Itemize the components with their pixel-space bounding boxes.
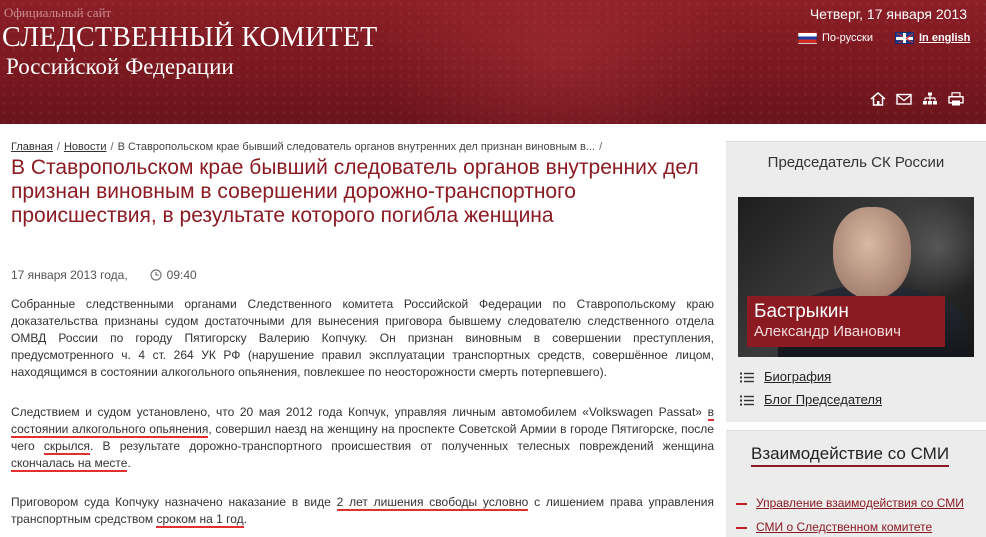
site-kind-label: Официальный сайт bbox=[4, 5, 112, 20]
home-icon[interactable] bbox=[870, 92, 886, 106]
article-paragraph-2: Следствием и судом установлено, что 20 м… bbox=[11, 404, 714, 472]
chairman-blog-link[interactable]: Блог Председателя bbox=[740, 391, 882, 407]
chairman-blog-link-label: Блог Председателя bbox=[764, 391, 883, 407]
uk-flag-icon bbox=[895, 32, 914, 44]
text-segment: Приговором суда Копчуку назначено наказа… bbox=[11, 495, 331, 509]
text-segment: Следствием и судом установлено, что 20 м… bbox=[11, 405, 702, 419]
breadcrumb-separator: / bbox=[56, 141, 60, 153]
media-dept-link-label: Управление взаимодействия со СМИ bbox=[756, 496, 964, 510]
media-heading[interactable]: Взаимодействие со СМИ bbox=[751, 444, 950, 467]
lang-ru-label: По-русски bbox=[822, 32, 874, 44]
russia-flag-icon bbox=[798, 32, 817, 44]
portrait-face bbox=[833, 207, 911, 299]
text-segment: . bbox=[243, 512, 247, 526]
header-date: Четверг, 17 января 2013 bbox=[809, 6, 967, 22]
lang-en-label: In english bbox=[919, 32, 971, 44]
header-toolbar bbox=[870, 92, 964, 106]
mail-icon[interactable] bbox=[896, 92, 912, 106]
media-dept-link[interactable]: Управление взаимодействия со СМИ bbox=[736, 496, 964, 510]
chairman-heading: Председатель СК России bbox=[767, 154, 945, 171]
print-icon[interactable] bbox=[948, 92, 964, 106]
site-header: Официальный сайт СЛЕДСТВЕННЫЙ КОМИТЕТ Ро… bbox=[0, 0, 986, 124]
text-segment: . bbox=[127, 456, 131, 470]
clock-icon bbox=[150, 269, 162, 281]
dash-bullet-icon bbox=[736, 526, 747, 529]
sitemap-icon[interactable] bbox=[922, 92, 938, 106]
article-paragraph-1: Собранные следственными органами Следств… bbox=[11, 297, 714, 379]
biography-link-label: Биография bbox=[764, 368, 832, 384]
breadcrumb-news-link[interactable]: Новости bbox=[64, 141, 107, 153]
chairman-last-name: Бастрыкин bbox=[754, 301, 849, 322]
lang-switch-russian[interactable]: По-русски bbox=[798, 32, 873, 44]
article-title: В Ставропольском крае бывший следователь… bbox=[11, 156, 699, 227]
site-title[interactable]: СЛЕДСТВЕННЫЙ КОМИТЕТ bbox=[2, 22, 377, 54]
article-date: 17 января 2013 года, bbox=[11, 268, 128, 282]
chairman-first-name: Александр Иванович bbox=[754, 323, 901, 340]
chairman-name-plate[interactable]: Бастрыкин Александр Иванович bbox=[747, 296, 945, 347]
list-icon bbox=[740, 371, 754, 382]
article-paragraph-3: Приговором суда Копчуку назначено наказа… bbox=[11, 494, 714, 528]
breadcrumb-separator: / bbox=[599, 141, 603, 153]
highlight-fled: скрылся bbox=[43, 439, 90, 455]
header-glow bbox=[380, 0, 740, 124]
breadcrumb-separator: / bbox=[110, 141, 114, 153]
article-time: 09:40 bbox=[166, 268, 197, 282]
site-subtitle: Российской Федерации bbox=[6, 54, 234, 79]
biography-link[interactable]: Биография bbox=[740, 368, 882, 384]
text-segment: . В результате дорожно-транспортного про… bbox=[89, 439, 715, 453]
chairman-links: Биография Блог Председателя bbox=[740, 368, 882, 414]
media-about-link[interactable]: СМИ о Следственном комитете bbox=[736, 520, 932, 534]
highlight-license-term: сроком на 1 год bbox=[156, 512, 244, 528]
breadcrumb-home-link[interactable]: Главная bbox=[11, 141, 53, 153]
dash-bullet-icon bbox=[736, 502, 747, 505]
breadcrumb-current: В Ставропольском крае бывший следователь… bbox=[117, 141, 596, 153]
lang-switch-english[interactable]: In english bbox=[895, 32, 970, 44]
article-meta: 17 января 2013 года, 09:40 bbox=[11, 268, 197, 282]
highlight-died-on-site: скончалась на месте bbox=[11, 456, 128, 472]
highlight-sentence: 2 лет лишения свободы условно bbox=[336, 495, 529, 511]
media-about-link-label: СМИ о Следственном комитете bbox=[756, 520, 933, 534]
breadcrumb: Главная / Новости / В Ставропольском крае бы… bbox=[11, 141, 606, 153]
list-icon bbox=[740, 394, 754, 405]
